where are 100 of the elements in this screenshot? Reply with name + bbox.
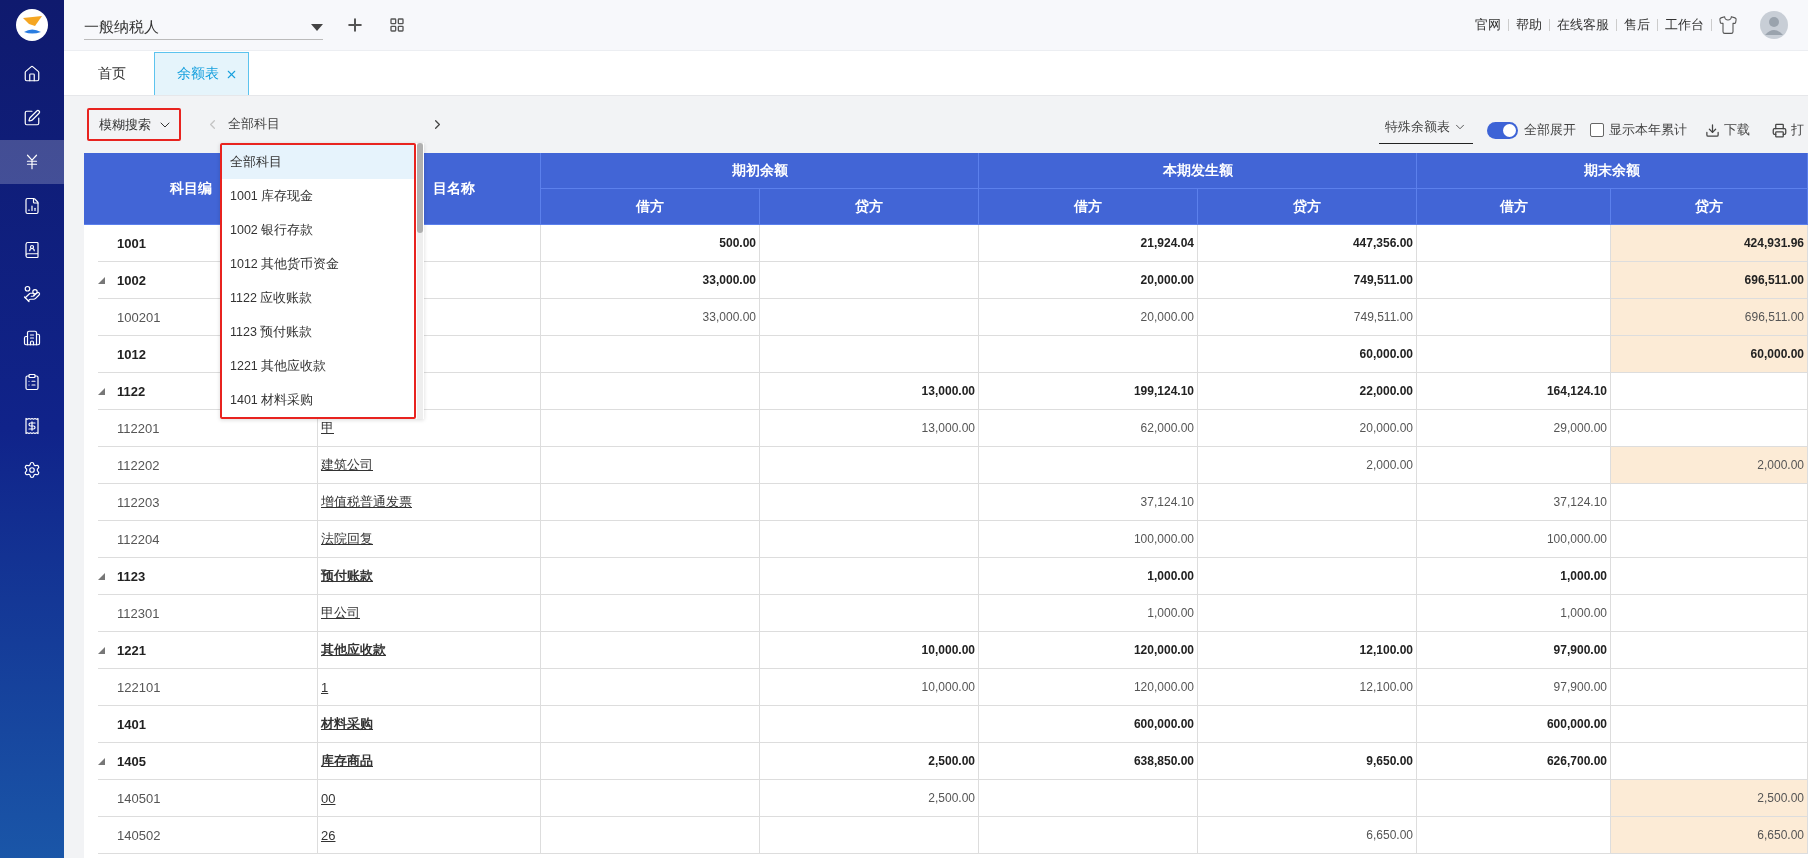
column-group-header: 本期发生额 <box>979 153 1417 189</box>
amount-cell: 33,000.00 <box>541 262 760 299</box>
account-code: 1123 <box>117 568 146 584</box>
amount-cell: 120,000.00 <box>979 632 1198 669</box>
amount-cell: 500.00 <box>541 225 760 262</box>
account-code: 112301 <box>117 605 160 621</box>
amount-cell: 60,000.00 <box>1611 336 1808 373</box>
grid-icon[interactable] <box>389 17 405 33</box>
amount-cell: 21,924.04 <box>979 225 1198 262</box>
account-name-link[interactable]: 00 <box>321 790 336 806</box>
receipt-icon <box>23 417 41 435</box>
account-code: 112202 <box>117 457 160 473</box>
amount-cell: 6,650.00 <box>1198 817 1417 854</box>
account-code: 1122 <box>117 383 146 399</box>
account-code: 1405 <box>117 753 146 769</box>
top-link[interactable]: 帮助 <box>1509 19 1550 31</box>
amount-cell: 696,511.00 <box>1611 262 1808 299</box>
logo-icon <box>15 8 49 42</box>
scrollbar-thumb[interactable] <box>417 143 423 233</box>
amount-cell: 424,931.96 <box>1611 225 1808 262</box>
amount-cell: 696,511.00 <box>1611 299 1808 336</box>
building-icon <box>23 329 41 347</box>
amount-cell: 164,124.10 <box>1417 373 1611 410</box>
amount-cell: 600,000.00 <box>979 706 1198 743</box>
shirt-icon[interactable] <box>1718 15 1738 35</box>
expand-triangle-icon[interactable] <box>98 757 105 765</box>
account-code: 1012 <box>117 346 146 362</box>
account-name-link[interactable]: 1 <box>321 679 329 695</box>
amount-cell: 62,000.00 <box>979 410 1198 447</box>
account-code: 140502 <box>117 827 161 843</box>
download-icon <box>1705 122 1720 138</box>
amount-cell: 447,356.00 <box>1198 225 1417 262</box>
amount-cell: 37,124.10 <box>979 484 1198 521</box>
account-code: 122101 <box>117 679 161 695</box>
clipboard-icon <box>23 373 41 391</box>
settings-icon <box>23 461 41 479</box>
account-code: 112203 <box>117 494 160 510</box>
account-name-link[interactable]: 建筑公司 <box>321 456 373 474</box>
account-name-link[interactable]: 预付账款 <box>321 567 373 585</box>
amount-cell: 2,500.00 <box>760 780 979 817</box>
expand-triangle-icon[interactable] <box>98 276 105 284</box>
amount-cell: 20,000.00 <box>1198 410 1417 447</box>
amount-cell: 2,500.00 <box>760 743 979 780</box>
amount-cell: 9,650.00 <box>1198 743 1417 780</box>
amount-cell: 97,900.00 <box>1417 669 1611 706</box>
taxpayer-select[interactable]: 一般纳税人 <box>84 10 323 40</box>
tab[interactable]: 首页 <box>78 52 146 95</box>
checkbox[interactable] <box>1590 123 1604 137</box>
amount-cell: 1,000.00 <box>979 558 1198 595</box>
search-mode-select[interactable]: 模糊搜索 <box>87 108 181 141</box>
column-group-header: 期初余额 <box>541 153 979 189</box>
amount-cell: 600,000.00 <box>1417 706 1611 743</box>
amount-cell: 2,000.00 <box>1611 447 1808 484</box>
amount-cell: 10,000.00 <box>760 669 979 706</box>
amount-cell: 97,900.00 <box>1417 632 1611 669</box>
top-link[interactable]: 官网 <box>1468 19 1509 31</box>
account-code: 112201 <box>117 420 160 436</box>
caret-icon <box>311 23 323 32</box>
account-name-link[interactable]: 其他应收款 <box>321 641 386 659</box>
account-code: 1002 <box>117 272 146 288</box>
subject-value[interactable]: 全部科目 <box>228 116 430 133</box>
account-name-link[interactable]: 增值税普通发票 <box>321 493 412 511</box>
account-code: 1001 <box>117 235 146 251</box>
add-icon[interactable] <box>345 15 365 35</box>
top-link[interactable]: 在线客服 <box>1550 19 1617 31</box>
checkbox-label: 显示本年累计 <box>1609 121 1687 139</box>
amount-cell: 2,000.00 <box>1198 447 1417 484</box>
account-name-link[interactable]: 甲公司 <box>321 604 360 622</box>
amount-cell: 100,000.00 <box>979 521 1198 558</box>
amount-cell: 20,000.00 <box>979 262 1198 299</box>
download-button[interactable]: 下载 <box>1701 121 1754 139</box>
chart-icon <box>23 197 41 215</box>
expand-all-toggle[interactable] <box>1487 121 1518 139</box>
account-name-link[interactable]: 26 <box>321 827 336 843</box>
expand-triangle-icon[interactable] <box>98 572 105 580</box>
printer-icon <box>1772 122 1787 138</box>
print-button[interactable]: 打 <box>1768 121 1808 139</box>
amount-cell: 749,511.00 <box>1198 299 1417 336</box>
amount-cell: 199,124.10 <box>979 373 1198 410</box>
account-name-link[interactable]: 法院回复 <box>321 530 373 548</box>
amount-cell: 1,000.00 <box>1417 558 1611 595</box>
account-code: 100201 <box>117 309 161 325</box>
top-link[interactable]: 工作台 <box>1658 19 1712 31</box>
toggle-label: 全部展开 <box>1524 121 1576 139</box>
amount-cell: 10,000.00 <box>760 632 979 669</box>
account-name-link[interactable]: 甲 <box>321 419 334 437</box>
account-name-link[interactable]: 材料采购 <box>321 715 373 733</box>
money-hand-icon <box>23 285 41 303</box>
account-name-link[interactable]: 库存商品 <box>321 752 373 770</box>
amount-cell: 626,700.00 <box>1417 743 1611 780</box>
account-code: 1401 <box>117 716 146 732</box>
amount-cell: 29,000.00 <box>1417 410 1611 447</box>
amount-cell: 1,000.00 <box>979 595 1198 632</box>
amount-cell: 33,000.00 <box>541 299 760 336</box>
report-type-select[interactable]: 特殊余额表 <box>1379 116 1473 144</box>
expand-triangle-icon[interactable] <box>98 646 105 654</box>
expand-triangle-icon[interactable] <box>98 387 105 395</box>
dropdown-option[interactable]: 全部科目 <box>222 145 414 179</box>
top-link[interactable]: 售后 <box>1617 19 1658 31</box>
column-group-header: 期末余额 <box>1417 153 1808 189</box>
